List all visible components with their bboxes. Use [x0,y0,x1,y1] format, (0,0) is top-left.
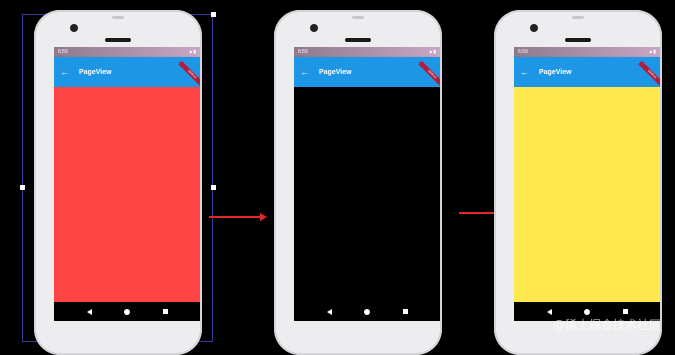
signal-battery-icon: ▲▮ [648,49,656,55]
earpiece-speaker [565,38,591,42]
phone-3: 6:59 ▲▮ ← PageView DEBUG [494,10,662,355]
debug-banner: DEBUG [418,60,440,89]
nav-recents-icon[interactable] [622,309,628,314]
status-time: 6:59 [58,49,68,55]
status-bar: 6:59 ▲▮ [514,47,660,57]
nav-recents-icon[interactable] [162,309,168,314]
arrow-left-icon[interactable]: ← [300,67,309,77]
resize-handle-top-right[interactable] [211,12,216,17]
phone-1: 6:59 ▲▮ ← PageView DEBUG [34,10,202,355]
signal-battery-icon: ▲▮ [428,49,436,55]
resize-handle-right[interactable] [211,185,216,190]
page-view-page-red[interactable] [54,87,200,302]
android-nav-bar [294,302,440,321]
app-bar: ← PageView DEBUG [514,57,660,89]
earpiece-speaker [105,38,131,42]
page-view-page-black[interactable] [294,87,440,302]
phone-screen: 6:59 ▲▮ ← PageView DEBUG [294,47,440,302]
status-time: 6:59 [298,49,308,55]
watermark: @稀土掘金技术社区 [552,318,661,332]
front-camera [70,24,78,32]
nav-home-icon[interactable] [584,308,590,315]
debug-banner: DEBUG [638,60,660,89]
phone-screen: 6:59 ▲▮ ← PageView DEBUG [54,47,200,302]
nav-back-icon[interactable] [86,308,92,315]
nav-back-icon[interactable] [326,308,332,315]
app-bar-title: PageView [319,68,352,76]
status-time: 6:59 [518,49,528,55]
phone-sensor [112,16,124,19]
phone-sensor [572,16,584,19]
status-bar: 6:59 ▲▮ [294,47,440,57]
nav-home-icon[interactable] [364,308,370,315]
transition-arrow-1 [209,213,267,221]
app-bar: ← PageView DEBUG [294,57,440,89]
app-bar-title: PageView [539,68,572,76]
android-nav-bar [54,302,200,321]
nav-back-icon[interactable] [546,308,552,315]
earpiece-speaker [345,38,371,42]
phone-2: 6:59 ▲▮ ← PageView DEBUG [274,10,442,355]
phone-sensor [352,16,364,19]
app-bar: ← PageView DEBUG [54,57,200,89]
front-camera [310,24,318,32]
resize-handle-left[interactable] [20,185,25,190]
debug-banner: DEBUG [178,60,200,89]
page-view-page-yellow[interactable] [514,87,660,302]
arrow-left-icon[interactable]: ← [60,67,69,77]
status-bar: 6:59 ▲▮ [54,47,200,57]
nav-recents-icon[interactable] [402,309,408,314]
nav-home-icon[interactable] [124,308,130,315]
phone-screen: 6:59 ▲▮ ← PageView DEBUG [514,47,660,302]
arrow-left-icon[interactable]: ← [520,67,529,77]
front-camera [530,24,538,32]
signal-battery-icon: ▲▮ [188,49,196,55]
app-bar-title: PageView [79,68,112,76]
